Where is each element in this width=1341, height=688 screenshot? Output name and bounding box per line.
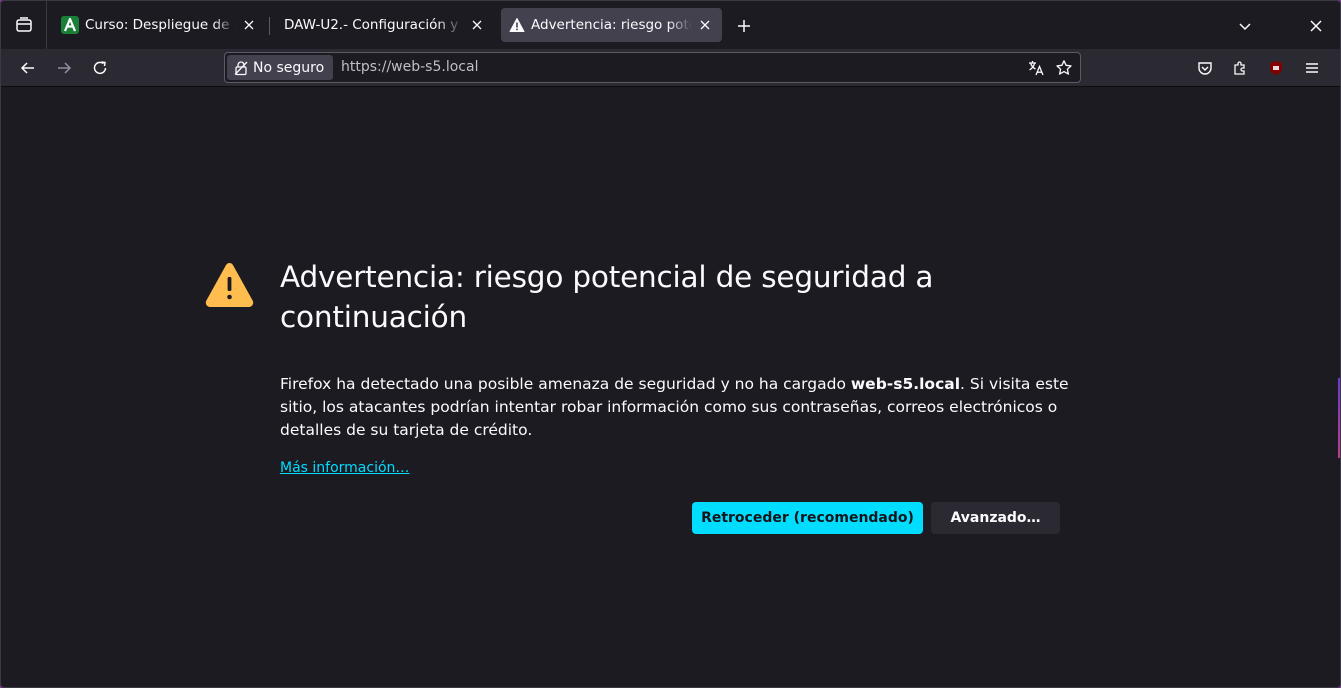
pocket-icon — [1198, 62, 1212, 75]
page-title: Advertencia: riesgo potencial de segurid… — [280, 260, 934, 334]
identity-box[interactable]: No seguro — [227, 55, 333, 80]
translate-icon — [1029, 61, 1044, 76]
list-all-tabs-button[interactable] — [1233, 14, 1257, 38]
tab-title: Advertencia: riesgo potencial — [531, 17, 692, 33]
tab-close-button[interactable] — [240, 16, 258, 34]
extensions-button[interactable] — [1226, 54, 1254, 82]
hamburger-menu-icon — [1306, 63, 1318, 73]
go-back-button[interactable]: Retroceder (recomendado) — [692, 502, 923, 534]
tab-close-button[interactable] — [468, 16, 486, 34]
plus-icon — [738, 20, 750, 32]
close-icon — [1310, 20, 1322, 32]
tab-title: DAW-U2.- Configuración y ad — [284, 17, 464, 33]
star-icon — [1056, 60, 1072, 75]
reload-button[interactable] — [86, 54, 114, 82]
ublock-origin-icon — [1270, 61, 1282, 75]
error-description: Firefox ha detectado una posible amenaza… — [280, 373, 1070, 442]
app-menu-button[interactable] — [1298, 54, 1326, 82]
pocket-button[interactable] — [1191, 54, 1219, 82]
description-text: Firefox ha detectado una posible amenaza… — [280, 375, 851, 393]
insecure-lock-icon — [234, 60, 248, 75]
warning-icon — [205, 263, 254, 307]
tab-daw[interactable]: DAW-U2.- Configuración y ad — [273, 8, 494, 42]
learn-more-link[interactable]: Más información… — [280, 460, 409, 476]
close-icon — [700, 20, 710, 30]
tab-groups-button[interactable] — [1, 1, 47, 49]
back-button[interactable] — [14, 54, 42, 82]
url-text[interactable]: https://web-s5.local — [341, 59, 478, 75]
chevron-down-icon — [1239, 23, 1251, 31]
navigation-toolbar: No seguro https://web-s5.local — [1, 49, 1340, 87]
tab-curso[interactable]: Curso: Despliegue de aplic — [53, 8, 266, 42]
arrow-left-icon — [20, 62, 34, 74]
forward-button[interactable] — [50, 54, 78, 82]
identity-label: No seguro — [253, 59, 325, 76]
tab-title: Curso: Despliegue de aplic — [85, 17, 236, 33]
tab-strip: Curso: Despliegue de aplic DAW-U2.- Conf… — [1, 1, 1340, 49]
moodle-a-icon — [61, 16, 79, 34]
arrow-right-icon — [58, 62, 72, 74]
window-close-button[interactable] — [1304, 14, 1328, 38]
close-icon — [472, 20, 482, 30]
bookmark-star-button[interactable] — [1052, 56, 1076, 80]
tab-advertencia[interactable]: Advertencia: riesgo potencial — [501, 8, 722, 42]
puzzle-icon — [1234, 61, 1245, 75]
ublock-button[interactable] — [1262, 54, 1290, 82]
warning-icon — [509, 18, 525, 32]
new-tab-button[interactable] — [732, 14, 756, 38]
close-icon — [244, 20, 254, 30]
tab-overview-icon — [15, 17, 32, 32]
tab-close-button[interactable] — [696, 16, 714, 34]
host-name: web-s5.local — [850, 375, 961, 393]
url-bar[interactable]: No seguro https://web-s5.local — [224, 52, 1081, 83]
error-page: Advertencia: riesgo potencial de segurid… — [1, 88, 1340, 687]
advanced-button[interactable]: Avanzado… — [931, 502, 1060, 534]
reload-icon — [93, 61, 107, 75]
browser-window: Curso: Despliegue de aplic DAW-U2.- Conf… — [0, 0, 1341, 688]
tab-separator — [269, 17, 270, 35]
translate-button[interactable] — [1024, 56, 1048, 80]
desktop-background-edge — [1338, 378, 1340, 458]
